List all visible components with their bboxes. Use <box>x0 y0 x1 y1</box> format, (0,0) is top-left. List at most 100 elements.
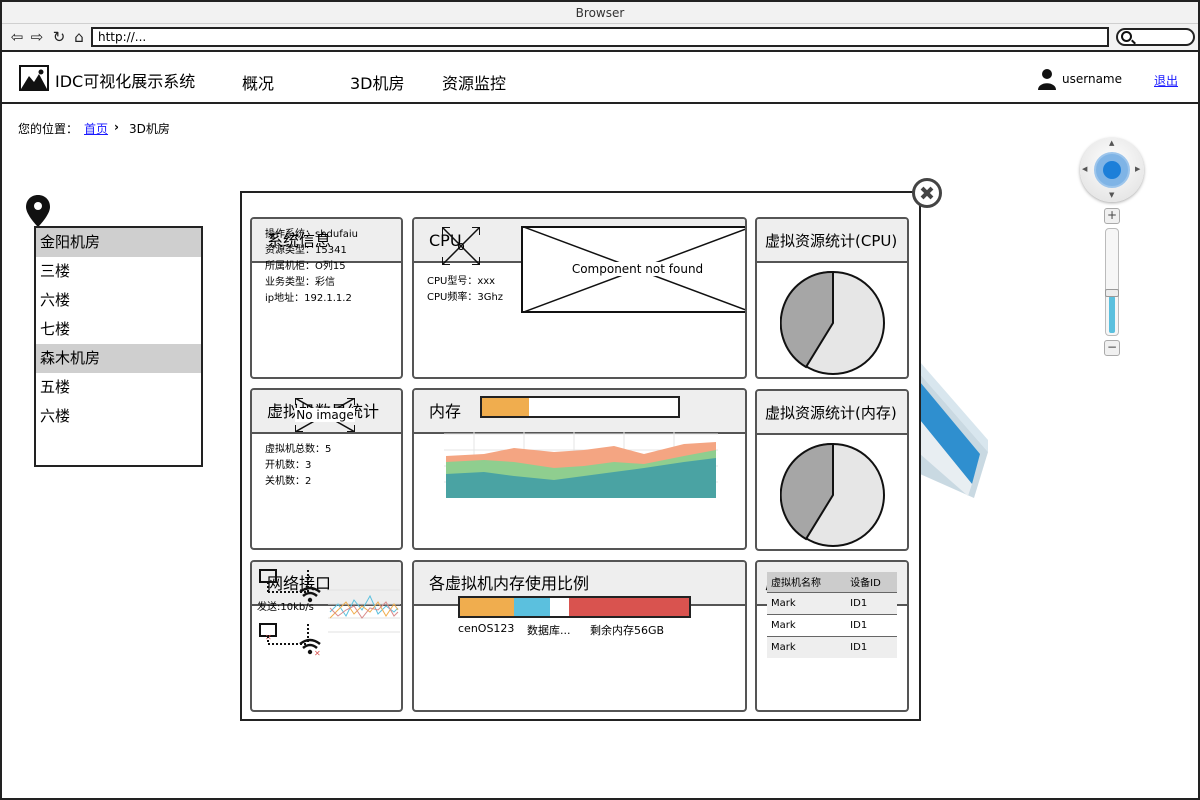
browser-search-box[interactable] <box>1116 28 1195 46</box>
pan-left-icon[interactable]: ◀ <box>1082 165 1087 173</box>
room-item-senmu[interactable]: 森木机房 <box>36 344 201 373</box>
ip-line: ip地址：192.1.1.2 <box>265 293 352 304</box>
cpu-component-placeholder: Component not found <box>521 226 745 313</box>
forward-icon[interactable]: ⇨ <box>28 28 46 46</box>
network-send-rate: 发送:10kb/s <box>257 602 314 613</box>
pan-up-icon[interactable]: ▲ <box>1109 139 1114 147</box>
pan-control[interactable]: ▲ ▼ ◀ ▶ <box>1080 138 1144 202</box>
os-line: 操作系统：shdufaiu <box>265 229 358 240</box>
close-dialog-icon[interactable] <box>912 178 942 208</box>
virtual-memory-title: 虚拟资源统计(内存) <box>757 391 907 435</box>
room-item-floor6[interactable]: 六楼 <box>36 286 201 315</box>
pan-right-icon[interactable]: ▶ <box>1135 165 1140 173</box>
table-row[interactable]: Mark ID1 <box>767 591 897 614</box>
room-item-jinyang[interactable]: 金阳机房 <box>36 228 201 257</box>
memory-usage-fill <box>482 398 530 416</box>
address-bar[interactable]: http://... <box>91 27 1109 47</box>
zoom-in-button[interactable]: + <box>1104 208 1120 224</box>
vm-memory-ratio-panel: 各虚拟机内存使用比例 cenOS123 数据库... 剩余内存56GB <box>412 560 747 712</box>
device-id-cell: ID1 <box>846 635 897 658</box>
pan-center-icon[interactable] <box>1103 161 1121 179</box>
virtual-cpu-panel: 虚拟资源统计(CPU) <box>755 217 909 379</box>
vm-name-cell: Mark <box>767 635 847 658</box>
virtual-memory-panel: 虚拟资源统计(内存) <box>755 389 909 551</box>
breadcrumb-prefix: 您的位置： <box>18 122 79 136</box>
segment-label-database: 数据库... <box>527 624 571 637</box>
vm-total: 虚拟机总数：5 <box>265 444 332 455</box>
3d-cabinet-model <box>920 362 990 507</box>
breadcrumb-separator-icon: › <box>114 120 119 134</box>
logout-link[interactable]: 退出 <box>1154 72 1178 89</box>
room-list: 金阳机房 三楼 六楼 七楼 森木机房 五楼 六楼 <box>34 226 203 467</box>
app-title: IDC可视化展示系统 <box>55 72 196 91</box>
cabinet-line: 所属机柜：O列15 <box>265 261 346 272</box>
virtual-cpu-title: 虚拟资源统计(CPU) <box>757 219 907 263</box>
segment-free-memory <box>568 598 689 616</box>
breadcrumb-current: 3D机房 <box>129 122 170 136</box>
pan-ring <box>1094 152 1130 188</box>
pan-down-icon[interactable]: ▼ <box>1109 191 1114 199</box>
room-item-floor7[interactable]: 七楼 <box>36 315 201 344</box>
user-icon <box>1038 68 1056 90</box>
vm-count-image-text: No image <box>295 408 355 422</box>
zoom-slider[interactable] <box>1105 228 1119 336</box>
breadcrumb-home-link[interactable]: 首页 <box>84 120 108 137</box>
vm-table: 虚拟机名称 设备ID Mark ID1 Mark ID1 Mark ID1 <box>767 572 897 658</box>
vm-running: 开机数：3 <box>265 460 312 471</box>
cpu-component-text: Component not found <box>569 262 706 276</box>
system-info-lines: 操作系统：shdufaiu 资源类型：15341 所属机柜：O列15 业务类型：… <box>265 227 358 307</box>
segment-label-cenos: cenOS123 <box>458 622 515 635</box>
vm-memory-ratio-bar <box>458 596 691 618</box>
room-item-floor5[interactable]: 五楼 <box>36 373 201 402</box>
vm-stopped: 关机数：2 <box>265 476 312 487</box>
vm-name-cell: Mark <box>767 613 847 636</box>
vm-name-header: 虚拟机名称 <box>767 572 847 592</box>
search-icon <box>1121 31 1132 42</box>
network-traffic-line-chart <box>328 589 400 633</box>
segment-cenos <box>460 598 514 616</box>
vm-count-panel: 虚拟机数量统计 No image 虚拟机总数：5 开机数：3 关机数：2 <box>250 388 403 550</box>
table-row[interactable]: Mark ID1 <box>767 635 897 658</box>
network-panel: 网络接口 ✕ ✕ 发送:10kb/s <box>250 560 403 712</box>
vm-list-panel: 虚拟机列表 虚拟机名称 设备ID Mark ID1 Mark ID1 Mark … <box>755 560 909 712</box>
cpu-panel: CPU o imag CPU型号：xxx CPU频率：3Ghz Componen… <box>412 217 747 379</box>
virtual-cpu-pie-chart <box>780 270 885 375</box>
svg-text:✕: ✕ <box>314 649 321 658</box>
reload-icon[interactable]: ↻ <box>50 28 68 46</box>
zoom-out-button[interactable]: − <box>1104 340 1120 356</box>
device-id-cell: ID1 <box>846 591 897 614</box>
map-pin-icon <box>26 195 50 227</box>
vm-name-cell: Mark <box>767 591 847 614</box>
logo-image-icon <box>19 65 49 91</box>
cpu-details: CPU型号：xxx CPU频率：3Ghz <box>427 274 503 306</box>
back-icon[interactable]: ⇦ <box>8 28 26 46</box>
zoom-slider-fill <box>1109 295 1115 333</box>
home-icon[interactable]: ⌂ <box>70 28 88 46</box>
menu-3d-room[interactable]: 3D机房 <box>350 70 405 94</box>
segment-other <box>550 598 569 616</box>
memory-usage-bar <box>480 396 680 418</box>
cpu-frequency: CPU频率：3Ghz <box>427 292 504 303</box>
device-id-cell: ID1 <box>846 613 897 636</box>
browser-toolbar: ⇦ ⇨ ↻ ⌂ http://... <box>2 24 1198 52</box>
memory-panel: 内存 <box>412 388 747 550</box>
business-type-line: 业务类型：彩信 <box>265 277 335 288</box>
segment-database <box>513 598 551 616</box>
memory-trend-area-chart <box>444 432 718 498</box>
cpu-model: CPU型号：xxx <box>427 276 496 287</box>
room-item-floor3[interactable]: 三楼 <box>36 257 201 286</box>
device-id-header: 设备ID <box>846 572 897 592</box>
zoom-slider-handle[interactable] <box>1105 289 1119 297</box>
room-item-floor6b[interactable]: 六楼 <box>36 402 201 431</box>
detail-dialog: 系统信息 操作系统：shdufaiu 资源类型：15341 所属机柜：O列15 … <box>240 191 921 721</box>
menu-resource-monitor[interactable]: 资源监控 <box>442 70 506 94</box>
segment-label-free-memory: 剩余内存56GB <box>590 624 665 637</box>
window-title: Browser <box>2 2 1198 24</box>
table-row[interactable]: Mark ID1 <box>767 613 897 636</box>
menu-overview[interactable]: 概况 <box>242 70 274 94</box>
system-info-panel: 系统信息 操作系统：shdufaiu 资源类型：15341 所属机柜：O列15 … <box>250 217 403 379</box>
username-label: username <box>1062 72 1122 86</box>
resource-type-line: 资源类型：15341 <box>265 245 347 256</box>
virtual-memory-pie-chart <box>780 442 885 547</box>
vm-count-lines: 虚拟机总数：5 开机数：3 关机数：2 <box>265 442 331 490</box>
